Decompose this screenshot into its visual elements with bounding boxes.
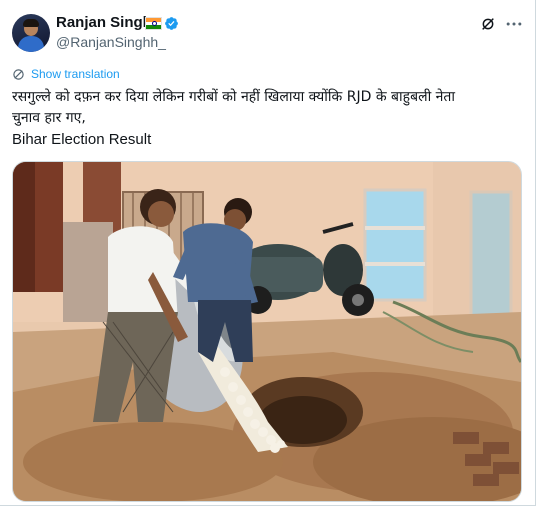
show-translation-link[interactable]: Show translation [12,67,120,81]
avatar[interactable] [12,14,50,52]
india-flag-icon [145,17,162,30]
tweet-text-line-3: Bihar Election Result [12,131,152,148]
tweet-text: रसगुल्ले को दफ़न कर दिया लेकिन गरीबों को… [12,87,522,150]
translate-icon [13,68,24,80]
author-handle[interactable]: @RanjanSinghh_ [56,34,166,50]
more-horizontal-icon[interactable] [504,14,524,34]
verified-badge-icon[interactable] [164,16,179,31]
photo-scene [13,162,521,501]
tweet-text-line-1: रसगुल्ले को दफ़न कर दिया लेकिन गरीबों को… [12,89,456,105]
grok-icon[interactable] [480,16,496,32]
tweet-text-line-2: चुनाव हार गए, [12,110,86,126]
author-display-name[interactable]: Ranjan Singh [56,14,152,31]
show-translation-label: Show translation [31,67,120,81]
tweet-photo[interactable] [12,161,522,502]
